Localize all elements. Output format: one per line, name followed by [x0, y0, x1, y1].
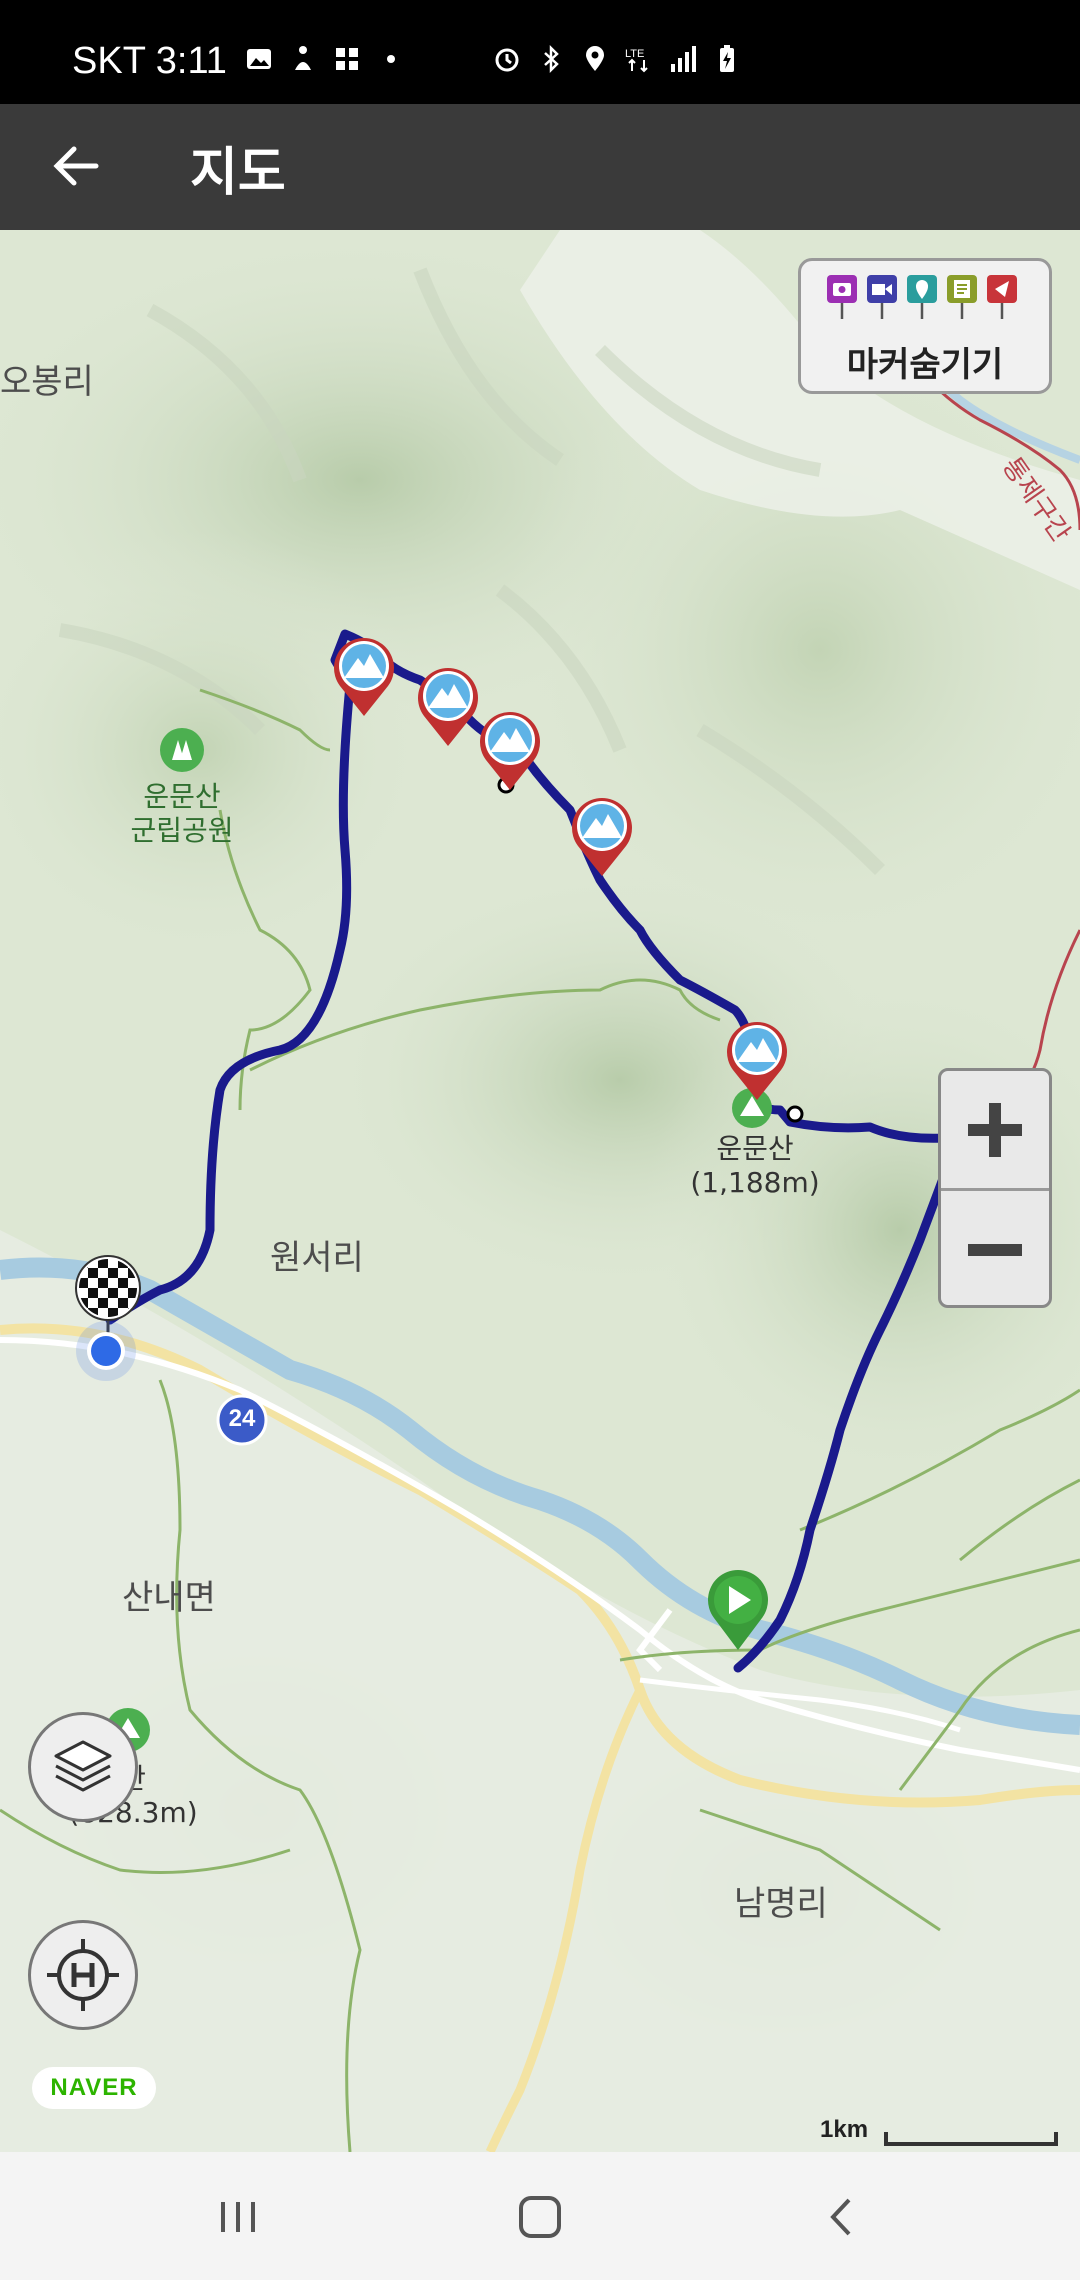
page-title: 지도: [190, 144, 286, 202]
flag-icon: [987, 275, 1017, 319]
pin-icon: [907, 275, 937, 319]
scale-label: 1km: [820, 2116, 869, 2143]
road-shield-number: 24: [228, 1405, 256, 1432]
home-button[interactable]: [480, 2182, 600, 2252]
location-icon: [586, 46, 604, 71]
dot-icon: [387, 55, 395, 63]
back-icon: [830, 2198, 851, 2236]
place-label-obong: 오봉리: [0, 362, 94, 402]
camera-icon: [827, 275, 857, 319]
status-bar: SKT 3:11 LTE: [0, 0, 1080, 104]
zoom-out-button[interactable]: [941, 1191, 1049, 1305]
video-icon: [867, 275, 897, 319]
home-icon: [519, 2196, 561, 2238]
back-button[interactable]: [782, 2182, 902, 2252]
peak-label-main: 운문산 (1,188m): [690, 1132, 820, 1200]
park-label: 운문산 군립공원: [122, 780, 242, 848]
recents-icon: [221, 2202, 255, 2232]
map-view[interactable]: 오봉리 원서리 산내면 남명리 통제구간 운문산 군립공원 운문산 (1,188…: [0, 230, 1080, 2152]
peak-main-elevation: (1,188m): [690, 1166, 820, 1199]
accessibility-icon: [295, 46, 311, 70]
map-scale: 1km: [820, 2116, 1060, 2152]
place-label-wonseo: 원서리: [270, 1238, 364, 1278]
marker-hide-label: 마커숨기기: [846, 345, 1004, 385]
layers-button[interactable]: [28, 1712, 138, 1822]
signal-icon: [671, 46, 696, 72]
park-name-line2: 군립공원: [130, 814, 234, 847]
park-name-line1: 운문산: [143, 780, 221, 813]
bluetooth-icon: [544, 44, 559, 74]
my-location-button[interactable]: [28, 1920, 138, 2030]
lte-icon: LTE: [625, 48, 648, 73]
gallery-icon: [247, 49, 271, 69]
scale-bar: [884, 2132, 1058, 2146]
plus-icon: [968, 1102, 1022, 1157]
grid-icon: [336, 48, 358, 70]
h-crosshair-icon: [47, 1939, 119, 2011]
arrow-left-icon[interactable]: [46, 136, 106, 196]
zoom-control: [938, 1068, 1052, 1308]
peak-main-name: 운문산: [716, 1132, 794, 1165]
map-terrain: [0, 230, 1080, 2152]
svg-text:LTE: LTE: [625, 48, 644, 60]
place-label-nammyeong: 남명리: [734, 1884, 828, 1924]
naver-attribution: NAVER: [32, 2067, 156, 2109]
minus-icon: [968, 1243, 1022, 1256]
marker-hide-button[interactable]: 마커숨기기: [798, 258, 1052, 394]
zoom-in-button[interactable]: [941, 1071, 1049, 1191]
note-icon: [947, 275, 977, 319]
battery-icon: [720, 45, 734, 72]
layers-icon: [54, 1740, 112, 1792]
app-bar: 지도: [0, 104, 1080, 230]
recents-button[interactable]: [178, 2182, 298, 2252]
place-label-sannae: 산내면: [122, 1578, 216, 1618]
status-time: SKT 3:11: [72, 40, 227, 82]
alarm-icon: [495, 48, 519, 72]
system-nav-bar: [0, 2152, 1080, 2280]
